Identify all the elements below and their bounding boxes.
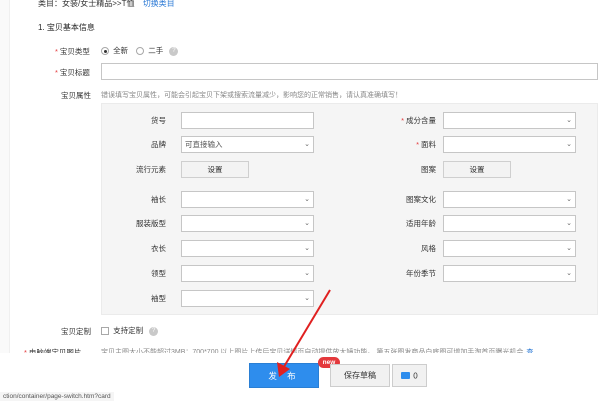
annotation-arrow-icon xyxy=(277,289,331,377)
status-url: ction/container/page-switch.htm?card xyxy=(0,392,114,401)
